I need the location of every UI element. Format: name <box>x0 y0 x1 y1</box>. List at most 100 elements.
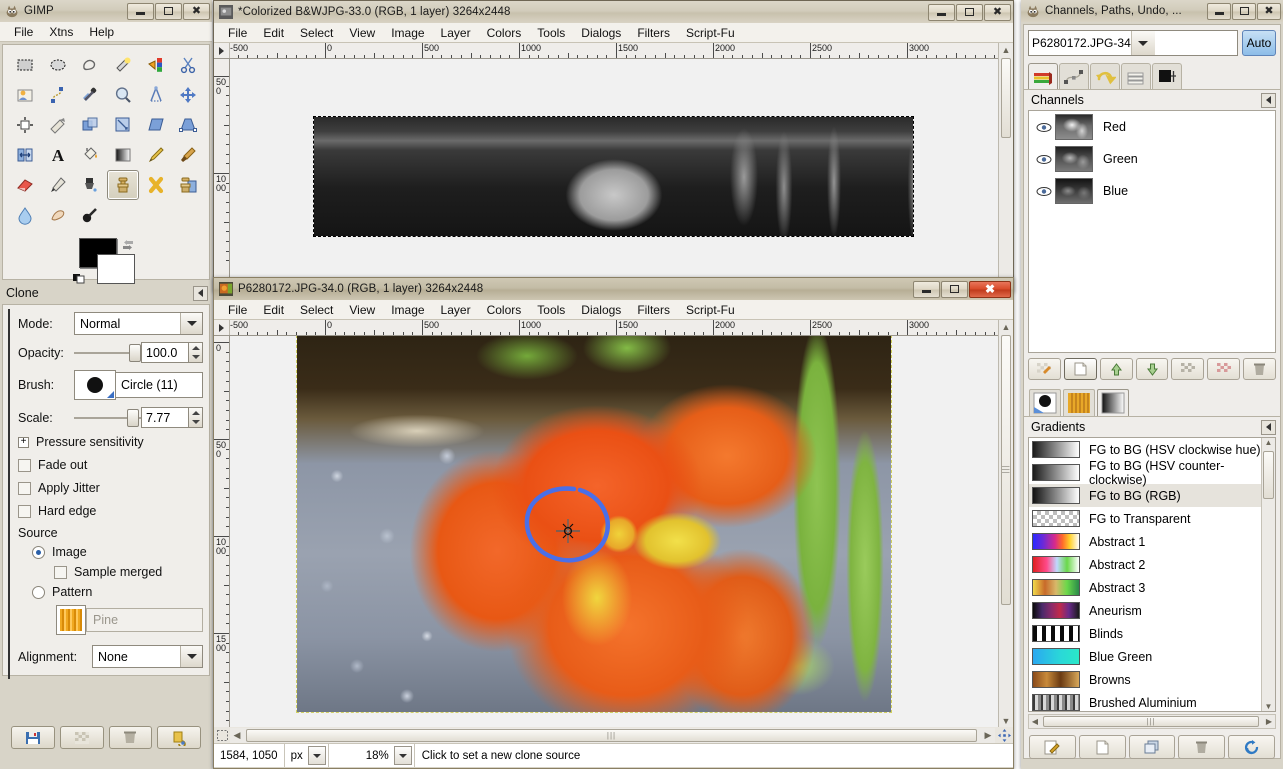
close-button[interactable]: ✖ <box>183 3 210 20</box>
menu-scriptfu[interactable]: Script-Fu <box>678 301 743 319</box>
menu-tools[interactable]: Tools <box>529 301 573 319</box>
front-vertical-ruler[interactable]: 050010001500 <box>214 336 230 727</box>
fade-out-checkbox[interactable] <box>18 459 31 472</box>
menu-layer[interactable]: Layer <box>433 301 479 319</box>
menu-filters[interactable]: Filters <box>629 24 678 42</box>
sample-merged-row[interactable]: Sample merged <box>18 565 203 579</box>
menu-filters[interactable]: Filters <box>629 301 678 319</box>
front-horizontal-ruler[interactable]: -500050010001500200025003000 <box>214 320 998 336</box>
menu-image[interactable]: Image <box>383 24 432 42</box>
toolbox-titlebar[interactable]: GIMP ✖ <box>0 0 212 22</box>
align-tool[interactable] <box>9 110 41 140</box>
close-button[interactable]: ✖ <box>984 4 1011 21</box>
collapse-gradients-button[interactable] <box>1261 420 1276 435</box>
paths-tab[interactable] <box>1059 63 1089 89</box>
healing-tool[interactable] <box>140 170 172 200</box>
flip-tool[interactable] <box>9 140 41 170</box>
menu-edit[interactable]: Edit <box>255 301 292 319</box>
menu-tools[interactable]: Tools <box>529 24 573 42</box>
gradient-list-item[interactable]: Abstract 3 <box>1029 576 1261 599</box>
measure-tool[interactable] <box>140 80 172 110</box>
source-image-radio[interactable] <box>32 546 45 559</box>
front-vertical-scrollbar[interactable]: ▲ ||| ▼ <box>998 320 1013 727</box>
channels-tab[interactable] <box>1121 63 1151 89</box>
gradient-list-item[interactable]: Abstract 1 <box>1029 530 1261 553</box>
menu-edit[interactable]: Edit <box>255 24 292 42</box>
delete-options-button[interactable] <box>109 726 153 749</box>
channels-list[interactable]: Red Green Blue <box>1028 110 1276 353</box>
background-color-swatch[interactable] <box>97 254 135 284</box>
pattern-preview-button[interactable] <box>56 605 86 635</box>
delete-channel-button[interactable] <box>1243 358 1276 380</box>
scissors-select-tool[interactable] <box>172 50 204 80</box>
perspective-tool[interactable] <box>172 110 204 140</box>
eye-icon[interactable] <box>1033 186 1055 197</box>
refresh-gradients-button[interactable] <box>1228 735 1275 759</box>
source-image-row[interactable]: Image <box>18 545 203 559</box>
channel-row-red[interactable]: Red <box>1029 111 1275 143</box>
mode-select[interactable]: Normal <box>74 312 203 335</box>
scale-tool[interactable] <box>107 110 139 140</box>
front-canvas[interactable] <box>230 336 998 727</box>
clone-tool[interactable] <box>107 170 139 200</box>
menu-colors[interactable]: Colors <box>479 301 530 319</box>
apply-jitter-row[interactable]: Apply Jitter <box>18 481 203 495</box>
gradient-list-item[interactable]: Abstract 2 <box>1029 553 1261 576</box>
scale-slider[interactable] <box>74 409 141 427</box>
apply-jitter-checkbox[interactable] <box>18 482 31 495</box>
minimize-button[interactable] <box>127 3 154 20</box>
back-vertical-scrollbar[interactable]: ▲ ▼ <box>998 43 1013 290</box>
menu-scriptfu[interactable]: Script-Fu <box>678 24 743 42</box>
color-picker-tool[interactable] <box>74 80 106 110</box>
reset-options-button[interactable] <box>157 726 201 749</box>
menu-file[interactable]: File <box>220 301 255 319</box>
auto-follow-button[interactable]: Auto <box>1242 30 1276 56</box>
perspective-clone-tool[interactable] <box>172 170 204 200</box>
chevron-down-icon[interactable] <box>308 746 326 765</box>
opacity-stepper[interactable] <box>189 342 203 363</box>
sample-merged-checkbox[interactable] <box>54 566 67 579</box>
gradients-hscroll-row[interactable]: ◀ ||| ▶ <box>1028 714 1276 729</box>
gradients-list[interactable]: FG to BG (HSV clockwise hue)FG to BG (HS… <box>1028 437 1276 712</box>
maximize-button[interactable] <box>1232 3 1256 20</box>
back-vertical-ruler[interactable]: 5001000 <box>214 59 230 290</box>
chevron-down-icon[interactable] <box>180 313 202 334</box>
menu-xtns[interactable]: Xtns <box>41 23 81 41</box>
maximize-button[interactable] <box>155 3 182 20</box>
ruler-menu-button[interactable] <box>214 43 230 59</box>
back-window-titlebar[interactable]: *Colorized B&WJPG-33.0 (RGB, 1 layer) 32… <box>214 1 1013 23</box>
dodge-burn-tool[interactable] <box>74 200 106 230</box>
gradient-list-item[interactable]: FG to BG (RGB) <box>1029 484 1261 507</box>
brushes-tab[interactable] <box>1029 389 1061 416</box>
gradient-list-item[interactable]: Brushed Aluminium <box>1029 691 1261 711</box>
maximize-button[interactable] <box>941 281 968 298</box>
text-tool[interactable]: A <box>42 140 74 170</box>
menu-view[interactable]: View <box>341 24 383 42</box>
image-selector[interactable]: P6280172.JPG-34 <box>1028 30 1238 56</box>
eye-icon[interactable] <box>1033 154 1055 165</box>
paths-tool[interactable] <box>42 80 74 110</box>
color-area[interactable] <box>3 236 209 294</box>
smudge-tool[interactable] <box>42 200 74 230</box>
pattern-name-field[interactable]: Pine <box>86 608 203 632</box>
channel-to-selection-button[interactable] <box>1207 358 1240 380</box>
front-horizontal-scrollbar[interactable]: ◀ ||| ▶ <box>230 728 995 743</box>
hard-edge-row[interactable]: Hard edge <box>18 504 203 518</box>
navigate-canvas-button[interactable] <box>995 727 1013 743</box>
menu-colors[interactable]: Colors <box>479 24 530 42</box>
scale-value[interactable]: 7.77 <box>141 407 189 428</box>
dock-titlebar[interactable]: Channels, Paths, Undo, ... ✖ <box>1021 0 1283 22</box>
close-button[interactable]: ✖ <box>969 281 1011 298</box>
gradient-list-item[interactable]: Aneurism <box>1029 599 1261 622</box>
rotate-tool[interactable] <box>74 110 106 140</box>
front-window-titlebar[interactable]: P6280172.JPG-34.0 (RGB, 1 layer) 3264x24… <box>214 278 1013 300</box>
zoom-tool[interactable] <box>107 80 139 110</box>
gradients-tab[interactable] <box>1097 389 1129 416</box>
ellipse-select-tool[interactable] <box>42 50 74 80</box>
expander-icon[interactable]: + <box>18 437 29 448</box>
patterns-tab[interactable] <box>1063 389 1095 416</box>
free-select-tool[interactable] <box>74 50 106 80</box>
gradient-list-item[interactable]: FG to BG (HSV counter-clockwise) <box>1029 461 1261 484</box>
undo-history-tab[interactable] <box>1090 63 1120 89</box>
collapse-channels-button[interactable] <box>1261 93 1276 108</box>
